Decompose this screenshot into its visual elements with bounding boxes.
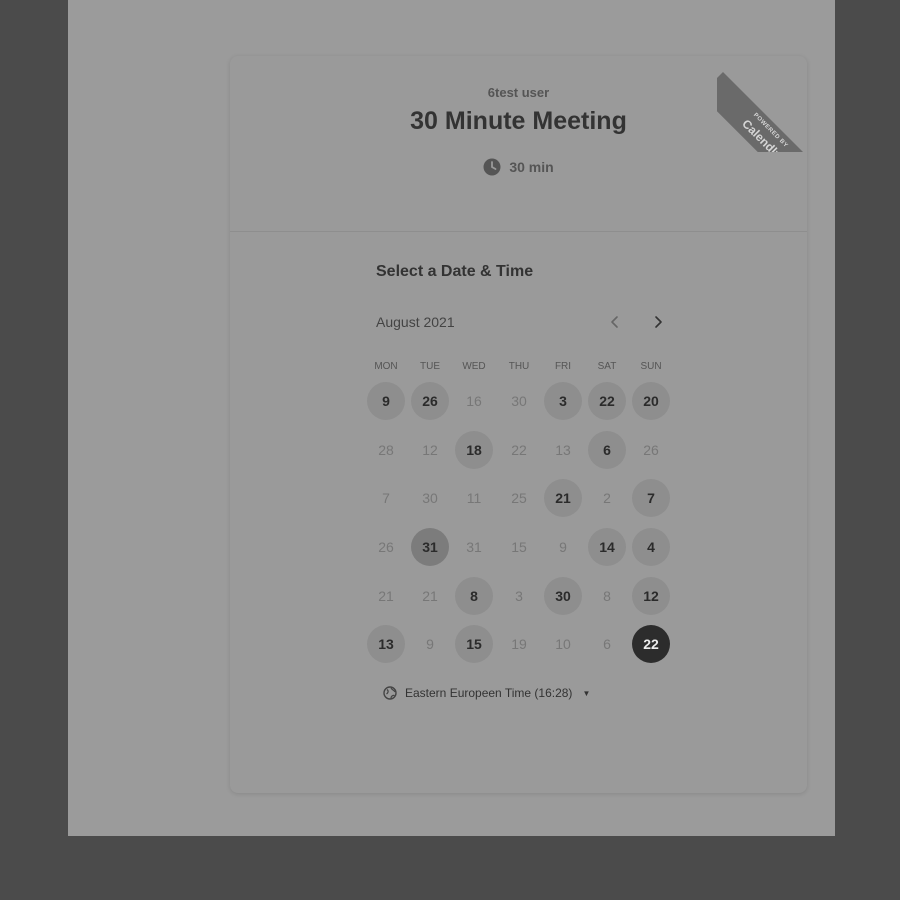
weekday-thu: THU — [508, 361, 530, 372]
available-date[interactable]: 20 — [632, 382, 670, 420]
scheduling-card: 6test user 30 Minute Meeting 30 min POWE… — [230, 56, 807, 793]
unavailable-date: 28 — [378, 442, 394, 458]
unavailable-date: 15 — [511, 539, 527, 555]
unavailable-date: 30 — [422, 490, 438, 506]
available-date[interactable]: 4 — [632, 528, 670, 566]
next-month-button[interactable] — [646, 310, 670, 334]
available-date[interactable]: 13 — [367, 625, 405, 663]
available-date[interactable]: 12 — [632, 577, 670, 615]
timezone-selector[interactable]: Eastern Europeen Time (16:28) ▼ — [383, 686, 590, 700]
duration-label: 30 min — [509, 159, 554, 175]
unavailable-date: 22 — [511, 442, 527, 458]
available-date[interactable]: 15 — [455, 625, 493, 663]
available-date[interactable]: 3 — [544, 382, 582, 420]
chevron-right-icon — [655, 316, 662, 328]
powered-by-ribbon[interactable]: POWERED BY Calendly — [717, 56, 807, 152]
weekday-fri: FRI — [554, 361, 572, 372]
available-date[interactable]: 30 — [544, 577, 582, 615]
unavailable-date: 31 — [466, 539, 482, 555]
unavailable-date: 16 — [466, 393, 482, 409]
available-date[interactable]: 26 — [411, 382, 449, 420]
available-date[interactable]: 18 — [455, 431, 493, 469]
weekday-sun: SUN — [640, 361, 662, 372]
unavailable-date: 26 — [378, 539, 394, 555]
available-date[interactable]: 6 — [588, 431, 626, 469]
unavailable-date: 2 — [603, 490, 611, 506]
previous-month-button[interactable] — [603, 310, 627, 334]
unavailable-date: 13 — [555, 442, 571, 458]
event-duration: 30 min — [230, 158, 807, 176]
unavailable-date: 7 — [382, 490, 390, 506]
clock-icon — [483, 158, 501, 176]
unavailable-date: 12 — [422, 442, 438, 458]
available-date[interactable]: 8 — [455, 577, 493, 615]
unavailable-date: 21 — [378, 588, 394, 604]
selected-date[interactable]: 22 — [632, 625, 670, 663]
section-title: Select a Date & Time — [376, 263, 534, 280]
unavailable-date: 30 — [511, 393, 527, 409]
unavailable-date: 25 — [511, 490, 527, 506]
unavailable-date: 9 — [559, 539, 567, 555]
unavailable-date: 11 — [466, 490, 482, 506]
weekday-tue: TUE — [420, 361, 440, 372]
available-date[interactable]: 21 — [544, 479, 582, 517]
weekday-wed: WED — [462, 361, 486, 372]
unavailable-date: 6 — [603, 636, 611, 652]
event-header: 6test user 30 Minute Meeting 30 min POWE… — [230, 56, 807, 232]
unavailable-date: 8 — [603, 588, 611, 604]
available-date[interactable]: 7 — [632, 479, 670, 517]
unavailable-date: 26 — [643, 442, 659, 458]
unavailable-date: 9 — [426, 636, 434, 652]
unavailable-date: 10 — [555, 636, 571, 652]
weekday-header-row: MON TUE WED THU FRI SAT SUN — [367, 361, 677, 375]
unavailable-date: 21 — [422, 588, 438, 604]
available-date[interactable]: 31 — [411, 528, 449, 566]
weekday-sat: SAT — [597, 361, 617, 372]
globe-icon — [383, 686, 397, 700]
weekday-mon: MON — [374, 361, 398, 372]
caret-down-icon: ▼ — [582, 688, 591, 698]
unavailable-date: 3 — [515, 588, 523, 604]
available-date[interactable]: 22 — [588, 382, 626, 420]
available-date[interactable]: 9 — [367, 382, 405, 420]
timezone-label: Eastern Europeen Time (16:28) — [405, 686, 573, 700]
unavailable-date: 19 — [511, 636, 527, 652]
month-label: August 2021 — [376, 314, 455, 330]
available-date[interactable]: 14 — [588, 528, 626, 566]
chevron-left-icon — [611, 316, 618, 328]
page-background: 6test user 30 Minute Meeting 30 min POWE… — [68, 0, 835, 836]
